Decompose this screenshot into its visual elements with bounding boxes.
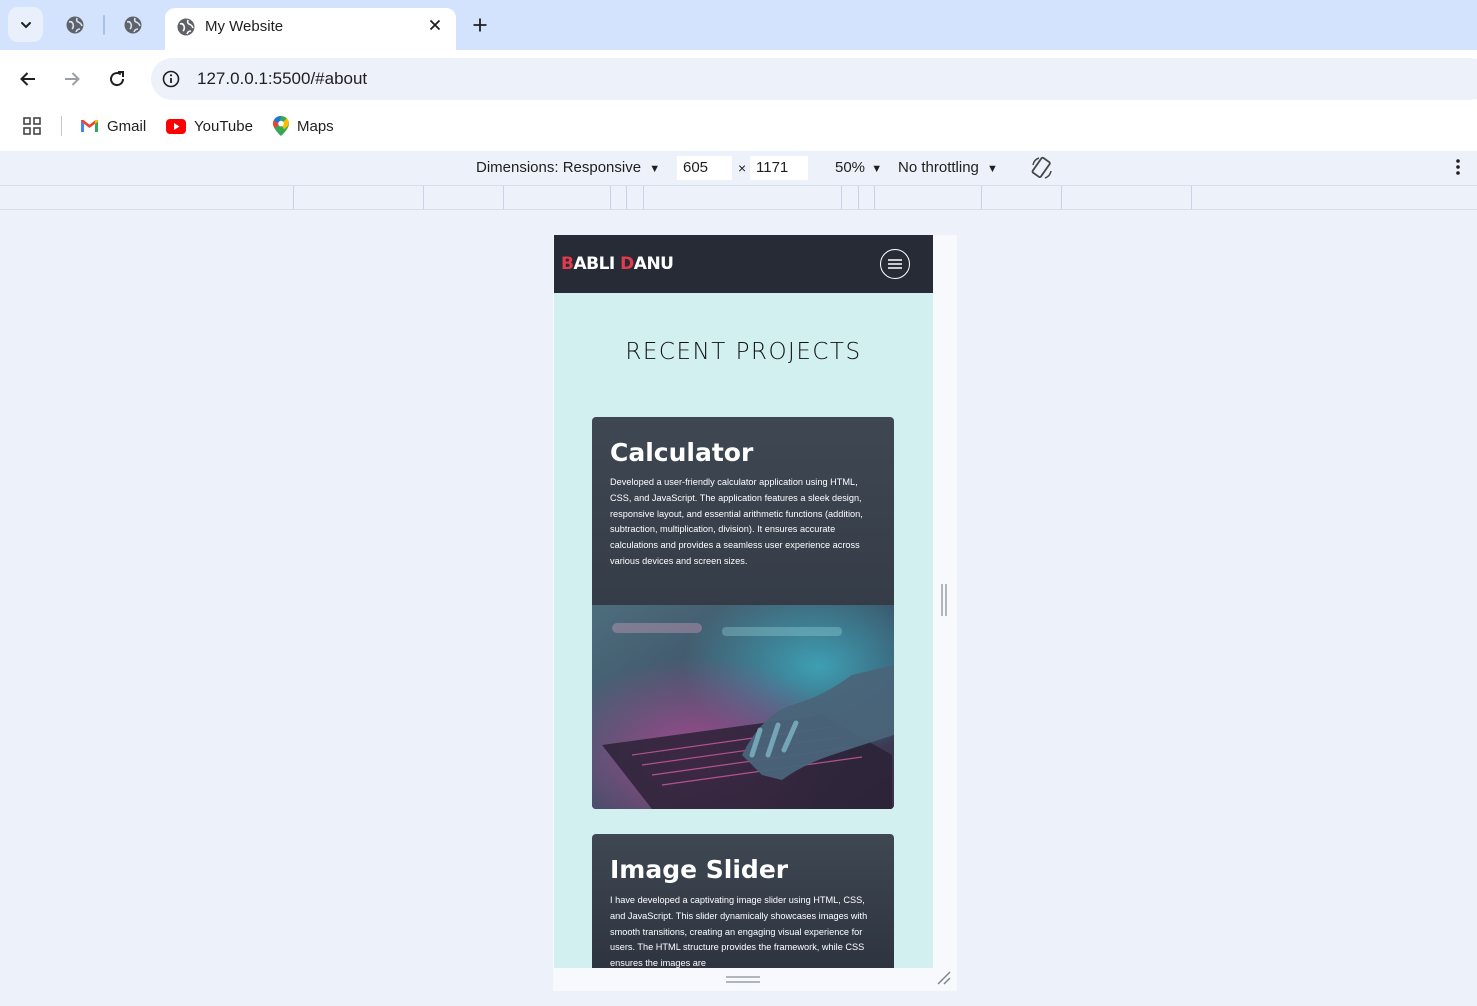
arrow-right-icon: [65, 72, 80, 86]
width-input[interactable]: 605: [677, 156, 732, 180]
section-title: RECENT PROJECTS: [625, 339, 862, 365]
bookmark-gmail[interactable]: Gmail: [80, 115, 146, 137]
logo-text: ABLI: [573, 254, 615, 274]
arrow-left-icon: [20, 72, 35, 86]
plus-icon: [473, 18, 487, 32]
bookmark-label: Maps: [297, 117, 334, 135]
close-tab-button[interactable]: [426, 16, 444, 34]
browser-toolbar: 127.0.0.1:5500/#about: [0, 50, 1477, 108]
background-tab-1[interactable]: [63, 13, 87, 37]
reload-button[interactable]: [104, 66, 130, 92]
project-card[interactable]: Calculator Developed a user-friendly cal…: [592, 417, 894, 809]
info-icon[interactable]: [161, 69, 181, 89]
bookmark-youtube[interactable]: YouTube: [166, 115, 253, 137]
throttling-label: No throttling: [898, 159, 979, 176]
device-toolbar: Dimensions: Responsive ▼ 605 × 1171 50% …: [0, 151, 1477, 185]
dropdown-arrow-icon: ▼: [987, 163, 998, 175]
globe-icon: [124, 16, 142, 34]
site-navbar: BABLI DANU: [554, 235, 933, 293]
zoom-dropdown[interactable]: 50% ▼: [835, 159, 882, 176]
more-vert-icon[interactable]: [1450, 157, 1466, 177]
project-card[interactable]: Image Slider I have developed a captivat…: [592, 834, 894, 968]
project-description: I have developed a captivating image sli…: [610, 895, 868, 968]
media-query-ruler[interactable]: [0, 185, 1477, 210]
tab-search-button[interactable]: [8, 7, 43, 42]
menu-icon: [888, 259, 902, 269]
maps-icon: [273, 116, 289, 136]
hamburger-menu-button[interactable]: [880, 249, 910, 279]
tab-title: My Website: [205, 18, 284, 35]
dimensions-dropdown[interactable]: Dimensions: Responsive ▼: [476, 159, 660, 176]
youtube-icon: [166, 118, 186, 134]
resize-corner-icon[interactable]: [936, 970, 952, 986]
device-viewport: BABLI DANU RECENT PROJECTS Calculator De…: [554, 235, 933, 968]
bookmarks-separator: [61, 116, 62, 136]
url-text: 127.0.0.1:5500/#about: [197, 69, 368, 88]
project-title: Image Slider: [610, 855, 789, 884]
throttling-dropdown[interactable]: No throttling ▼: [898, 159, 998, 176]
dropdown-arrow-icon: ▼: [649, 163, 661, 175]
project-title: Calculator: [610, 438, 754, 467]
project-description: Developed a user-friendly calculator app…: [610, 477, 863, 566]
background-tab-2[interactable]: [121, 13, 145, 37]
resize-handle-bottom[interactable]: [726, 975, 760, 985]
dimensions-label: Dimensions: Responsive: [476, 159, 642, 176]
resize-handle-right[interactable]: [941, 584, 947, 616]
bookmark-label: Gmail: [107, 117, 147, 135]
tab-separator: [103, 15, 105, 35]
site-logo[interactable]: BABLI DANU: [561, 254, 674, 274]
close-icon: [429, 19, 441, 31]
bookmark-label: YouTube: [194, 117, 253, 135]
keyboard-image: [592, 605, 894, 809]
back-button[interactable]: [15, 66, 41, 92]
forward-button[interactable]: [59, 66, 85, 92]
dropdown-arrow-icon: ▼: [871, 163, 883, 175]
address-bar[interactable]: 127.0.0.1:5500/#about: [151, 58, 1477, 100]
tab-strip: My Website: [0, 0, 1477, 50]
dimension-separator: ×: [738, 160, 747, 176]
zoom-label: 50%: [835, 159, 866, 176]
chevron-down-icon: [20, 21, 31, 28]
reload-icon: [110, 71, 125, 87]
logo-text: ANU: [633, 254, 674, 274]
new-tab-button[interactable]: [468, 13, 492, 37]
gmail-icon: [81, 120, 98, 132]
logo-initial: B: [561, 254, 574, 274]
bookmarks-bar: Gmail YouTube Maps: [0, 108, 1477, 151]
logo-initial: D: [620, 254, 634, 274]
globe-icon: [177, 18, 195, 36]
bookmark-maps[interactable]: Maps: [273, 115, 334, 137]
apps-grid-icon[interactable]: [22, 116, 42, 136]
active-tab[interactable]: My Website: [165, 8, 456, 50]
height-input[interactable]: 1171: [750, 156, 808, 180]
globe-icon: [66, 16, 84, 34]
rotate-icon[interactable]: [1030, 155, 1054, 181]
